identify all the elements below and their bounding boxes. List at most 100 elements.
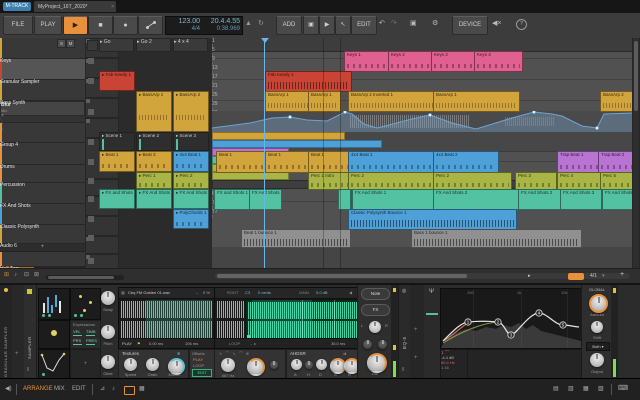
- eq-node-3[interactable]: 3: [507, 331, 515, 339]
- clip-stop-button[interactable]: [88, 196, 94, 202]
- eq-curve[interactable]: 1 2345: [441, 289, 581, 348]
- sampler-tab[interactable]: SAMPLER: [27, 303, 32, 359]
- launcher-clip-fab-keedy-1[interactable]: ▸ Fab Keedy 1: [99, 71, 135, 91]
- add-button[interactable]: ADD: [276, 16, 302, 35]
- mute-button[interactable]: M: [66, 39, 75, 48]
- launcher-clip-bassarp-1[interactable]: ▸ BassArp 1: [136, 91, 172, 132]
- sample-filename[interactable]: Cbq FM Golden 01.wav: [128, 290, 170, 295]
- edit-button[interactable]: EDIT: [351, 16, 377, 35]
- modulator-xy[interactable]: [70, 288, 101, 320]
- gain-value[interactable]: 0.0 dB: [316, 290, 328, 295]
- modulator-ball[interactable]: [38, 320, 70, 349]
- arranger-clip-perc-3[interactable]: Perc 3: [515, 172, 557, 190]
- fx-button[interactable]: FX: [361, 304, 390, 316]
- arranger-vscrollbar[interactable]: [633, 38, 639, 268]
- grain-knob[interactable]: [146, 358, 159, 371]
- arranger-clip-bass-1-bounce-1[interactable]: Bass 1 bounce 1: [411, 229, 582, 248]
- arranger-clip-trap-beat-2[interactable]: Trap Beat 2: [598, 151, 632, 173]
- automation-write-button[interactable]: [138, 16, 163, 35]
- expr-vel[interactable]: VEL: [73, 329, 81, 334]
- grid-dropdown-chevron-icon[interactable]: ▾: [602, 273, 605, 279]
- playhead[interactable]: [264, 38, 265, 268]
- ahdsr-title[interactable]: AHDSR: [290, 351, 306, 356]
- solo-button[interactable]: S: [57, 39, 66, 48]
- active-panel-icon[interactable]: [124, 386, 135, 395]
- note-button[interactable]: Note: [361, 288, 390, 300]
- arranger-hscroll-thumb[interactable]: [217, 274, 467, 278]
- pan-knob[interactable]: [369, 321, 381, 333]
- clip-stop-button[interactable]: [88, 138, 94, 145]
- clip-stop-button[interactable]: [88, 177, 94, 184]
- eq-band-1[interactable]: 1 ⌒ -4.4 dB 60.4 Hz 1.16: [441, 350, 468, 377]
- note-tool-icon[interactable]: ♪: [112, 386, 115, 393]
- edit-sample-button[interactable]: EDIT: [192, 369, 212, 377]
- duplicate-icon[interactable]: ▣: [410, 20, 417, 28]
- eq-modulator-slot[interactable]: Ψ: [424, 285, 440, 380]
- arranger-clip-4x4-beat-1[interactable]: 4x4 Beat 1: [348, 151, 436, 173]
- track-row-hall-two[interactable]: Hall TwoSM: [0, 39, 85, 291]
- launcher-clip-beat-3[interactable]: ▸ Beat 3: [136, 151, 172, 172]
- expand-tab-icon[interactable]: ‖: [27, 367, 29, 373]
- launcher-clip-perc-1[interactable]: ▸ Perc 1: [136, 172, 172, 189]
- play-button[interactable]: ▶: [63, 16, 88, 35]
- zoom-in-icon[interactable]: +: [620, 271, 624, 279]
- modulator-steps[interactable]: [38, 288, 70, 320]
- close-icon[interactable]: ×: [111, 4, 114, 10]
- empty-modulator-slot[interactable]: +: [70, 349, 101, 379]
- launcher-clip-fx-and-shots-1[interactable]: ▸ FX and Shots 1: [99, 189, 135, 209]
- arranger-clip-bassarp-2[interactable]: BassArp 2: [600, 91, 632, 112]
- eq-enable-icon[interactable]: ◎: [402, 288, 406, 294]
- automation-point[interactable]: [288, 115, 292, 119]
- track-row-granular-sampler[interactable]: Granular SamplerSM: [0, 39, 85, 109]
- follow-playhead-icon[interactable]: ▸: [528, 273, 531, 279]
- automation-point[interactable]: [428, 113, 432, 117]
- dual-view-icon[interactable]: ⊿: [100, 386, 105, 393]
- arranger-clip-keys-3[interactable]: Keys 3: [431, 51, 478, 72]
- play-menu-button[interactable]: PLAY: [34, 16, 62, 35]
- env-route-icon[interactable]: ⇉: [343, 351, 346, 356]
- hold-knob[interactable]: [305, 361, 313, 369]
- arranger-clip-keys-1[interactable]: Keys 1: [344, 51, 391, 72]
- glide-knob[interactable]: [101, 355, 115, 369]
- arranger-clip-bassarp-1[interactable]: BassArp 1: [265, 91, 311, 112]
- sample-stretch-value[interactable]: 0 %: [203, 290, 210, 295]
- eq-expand-icon[interactable]: ‖: [402, 367, 404, 373]
- sample-length-ms[interactable]: 106 ms: [185, 341, 198, 346]
- automation-lane[interactable]: [212, 111, 632, 133]
- arranger-clip-keys-2[interactable]: Keys 2: [388, 51, 435, 72]
- launcher-hscroll-thumb[interactable]: [48, 276, 114, 279]
- launcher-clip-fx-and-shots-3[interactable]: ▸ FX And Shots 3: [173, 189, 209, 209]
- panel-icon-notes[interactable]: ♪: [14, 272, 17, 279]
- undo-icon[interactable]: ↶: [379, 20, 385, 28]
- arranger-clip-fx-and-shots-3[interactable]: FX And Shots 3: [249, 189, 282, 210]
- pitch-knob[interactable]: [101, 325, 115, 339]
- cents-value[interactable]: 0 cents: [258, 290, 271, 295]
- expr-timb[interactable]: TIMB: [86, 329, 96, 334]
- expr-pres[interactable]: PRES: [86, 338, 97, 343]
- arranger-clip-fx-and-shots-1[interactable]: FX and Shots 1: [214, 189, 252, 210]
- transport-display[interactable]: 123.00 4/4 20.4.4.55 0:38.969: [165, 16, 243, 35]
- pointer-tool-icon[interactable]: ↖: [335, 16, 351, 35]
- mapping-icon[interactable]: ▧: [598, 386, 604, 393]
- filter-type-icons[interactable]: ∿⌒∿⌒≋: [219, 351, 252, 356]
- loop-marker-b[interactable]: [334, 300, 335, 340]
- cutoff-knob[interactable]: [221, 358, 235, 372]
- launcher-clip-beat-1[interactable]: ▸ Beat 1: [99, 151, 135, 172]
- offsets-play[interactable]: PLAY: [193, 357, 203, 362]
- shift-knob[interactable]: [591, 321, 603, 333]
- audio-device-badge[interactable]: M-TRACK: [3, 2, 31, 11]
- file-button[interactable]: FILE: [3, 16, 33, 35]
- tab-led[interactable]: [27, 289, 32, 294]
- selection-highlight[interactable]: [252, 300, 312, 340]
- arranger-clip-fx-and-shots-3[interactable]: FX And Shots 3: [602, 189, 632, 210]
- mod-amount-bar[interactable]: [426, 313, 438, 315]
- arranger-clip-beat-1[interactable]: Beat 1: [216, 151, 266, 173]
- automation-curve[interactable]: [212, 111, 632, 132]
- clip-stop-button[interactable]: [88, 216, 94, 222]
- audition-speaker-icon[interactable]: ◀: [349, 290, 352, 295]
- settings-gear-icon[interactable]: ⚙: [432, 20, 438, 28]
- launcher-clip-bassarp-2[interactable]: ▸ BassArp 2: [173, 91, 209, 132]
- add-modulator-icon[interactable]: +: [15, 351, 19, 358]
- io-icon[interactable]: ▦: [583, 386, 589, 393]
- launcher-clip-perc-2[interactable]: ▸ Perc 2: [173, 172, 209, 189]
